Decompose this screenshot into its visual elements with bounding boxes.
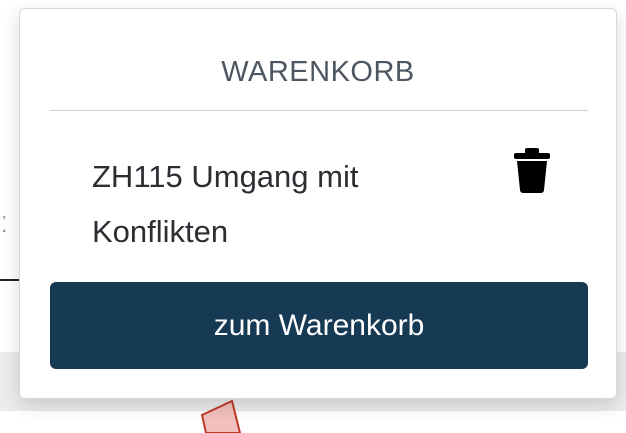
- trash-icon[interactable]: [514, 147, 550, 193]
- background-graphic: [200, 399, 242, 433]
- cart-item-name: ZH115 Umgang mit Konflikten: [92, 159, 359, 249]
- cart-popup: WARENKORB ZH115 Umgang mit Konflikten zu…: [19, 8, 617, 399]
- divider: [50, 110, 588, 111]
- background-text-fragment: ː: [0, 206, 9, 239]
- go-to-cart-button[interactable]: zum Warenkorb: [50, 282, 588, 369]
- cart-title: WARENKORB: [221, 56, 415, 88]
